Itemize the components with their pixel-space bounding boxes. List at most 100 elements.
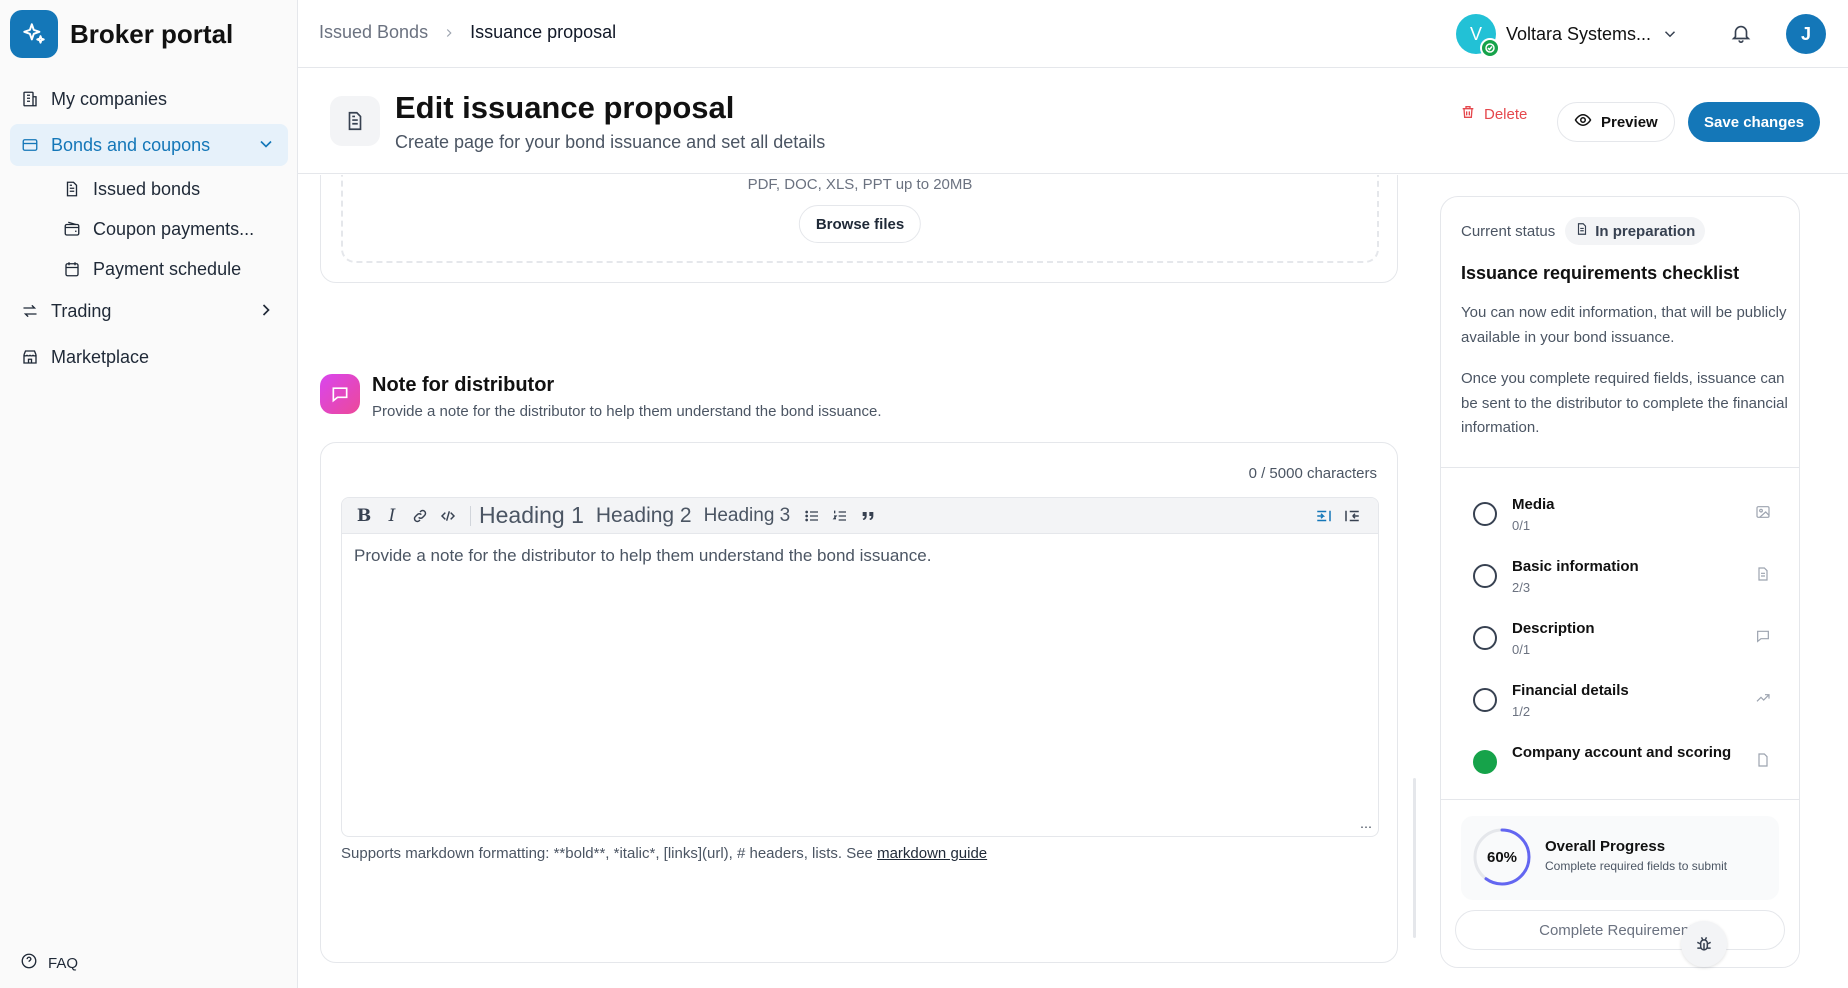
card-icon (19, 134, 41, 156)
sidebar-item-coupon-payments[interactable]: Coupon payments... (52, 210, 288, 248)
sparkle-logo-icon (10, 10, 58, 58)
chevron-down-icon (1661, 25, 1679, 43)
checklist-label: Media (1512, 496, 1555, 513)
section-title: Note for distributor (372, 374, 555, 396)
sidebar-item-bonds-and-coupons[interactable]: Bonds and coupons (10, 124, 288, 166)
link-icon[interactable] (408, 502, 432, 530)
resize-handle-icon[interactable]: ⋯ (1360, 820, 1372, 834)
image-icon (1755, 504, 1771, 525)
trash-icon (1460, 104, 1476, 124)
sidebar-item-my-companies[interactable]: My companies (10, 78, 288, 120)
brand-name: Broker portal (70, 18, 234, 49)
status-circle (1473, 688, 1497, 712)
preview-pane-icon[interactable] (1340, 502, 1364, 530)
check-circle-icon (1473, 750, 1497, 774)
sidebar-item-payment-schedule[interactable]: Payment schedule (52, 250, 288, 288)
heading-2-button[interactable]: Heading 2 (596, 504, 692, 528)
requirements-panel: Current status In preparation Issuance r… (1440, 196, 1800, 968)
company-switcher[interactable]: V Voltara Systems... (1456, 14, 1679, 58)
markdown-hint: Supports markdown formatting: **bold**, … (341, 845, 987, 862)
chevron-right-icon[interactable] (256, 300, 276, 320)
save-changes-button[interactable]: Save changes (1688, 102, 1821, 142)
main-scrollbar[interactable] (1413, 778, 1416, 938)
checklist-title: Issuance requirements checklist (1461, 263, 1740, 283)
upload-hint: PDF, DOC, XLS, PPT up to 20MB (747, 176, 973, 193)
breadcrumb: Issued Bonds Issuance proposal (319, 22, 616, 43)
sidebar-item-issued-bonds[interactable]: Issued bonds (52, 170, 288, 208)
company-avatar: V (1456, 14, 1500, 58)
delete-button[interactable]: Delete (1450, 94, 1537, 134)
preview-label: Preview (1601, 113, 1658, 131)
overall-progress: 60% Overall Progress Complete required f… (1461, 816, 1779, 900)
progress-subtitle: Complete required fields to submit (1545, 859, 1728, 873)
document-icon (1755, 566, 1771, 587)
sidebar-item-trading[interactable]: Trading (10, 290, 288, 332)
delete-label: Delete (1484, 105, 1528, 123)
document-icon (1575, 222, 1589, 240)
brand[interactable]: Broker portal (10, 10, 233, 58)
building-icon (19, 88, 41, 110)
sidebar-item-label: Coupon payments... (93, 218, 255, 239)
faq-link[interactable]: FAQ (20, 952, 78, 974)
progress-footer: 60% Overall Progress Complete required f… (1441, 799, 1799, 967)
calendar-icon (61, 258, 83, 280)
sidebar-nav: My companies Bonds and coupons Issued bo… (10, 78, 288, 382)
progress-title: Overall Progress (1545, 838, 1666, 855)
sidebar-item-label: Payment schedule (93, 258, 242, 279)
faq-label: FAQ (48, 954, 79, 972)
checklist-desc-2: Once you complete required fields, issua… (1461, 370, 1788, 436)
preview-button[interactable]: Preview (1557, 102, 1675, 142)
sidebar-item-label: My companies (51, 88, 168, 109)
markdown-editor: B I Heading 1 Heading 2 Heading 3 Provid… (341, 497, 1379, 837)
chat-icon (320, 374, 360, 414)
sidebar-item-label: Trading (51, 300, 112, 321)
page-subtitle: Create page for your bond issuance and s… (395, 132, 826, 152)
browse-files-button[interactable]: Browse files (798, 205, 922, 243)
editor-toolbar: B I Heading 1 Heading 2 Heading 3 (342, 498, 1378, 534)
bullet-list-icon[interactable] (800, 502, 824, 530)
question-icon (20, 952, 38, 974)
italic-button[interactable]: I (380, 502, 404, 530)
sidebar-submenu: Issued bonds Coupon payments... Payment … (10, 170, 288, 288)
markdown-guide-link[interactable]: markdown guide (877, 845, 987, 862)
bold-button[interactable]: B (352, 502, 376, 530)
main-content[interactable]: PDF, DOC, XLS, PPT up to 20MB Browse fil… (298, 175, 1418, 988)
document-icon (61, 178, 83, 200)
sidebar-item-marketplace[interactable]: Marketplace (10, 336, 288, 378)
toolbar-divider (470, 505, 471, 526)
page-header: Edit issuance proposal Create page for y… (298, 68, 1848, 174)
sidebar: Broker portal My companies Bonds and cou… (0, 0, 298, 988)
store-icon (19, 346, 41, 368)
verified-check-icon (1480, 38, 1500, 58)
file-dropzone[interactable]: PDF, DOC, XLS, PPT up to 20MB Browse fil… (341, 175, 1379, 263)
section-subtitle: Provide a note for the distributor to he… (372, 403, 882, 420)
sidebar-item-label: Bonds and coupons (51, 134, 211, 155)
chevron-right-icon (442, 26, 456, 40)
status-circle (1473, 564, 1497, 588)
topbar: Issued Bonds Issuance proposal V Voltara… (298, 0, 1848, 68)
quote-icon[interactable] (856, 502, 880, 530)
bell-icon[interactable] (1730, 22, 1752, 49)
heading-3-button[interactable]: Heading 3 (704, 505, 791, 527)
code-icon[interactable] (436, 502, 460, 530)
complete-requirements-button[interactable]: Complete Requirements (1455, 910, 1785, 950)
user-avatar[interactable]: J (1786, 14, 1826, 54)
checklist-item-company-account[interactable]: Company account and scoring (1441, 716, 1799, 788)
note-section-header: Note for distributor Provide a note for … (320, 374, 882, 420)
trend-up-icon (1755, 690, 1771, 711)
status-value: In preparation (1595, 222, 1696, 240)
heading-1-button[interactable]: Heading 1 (479, 502, 584, 529)
split-view-icon[interactable] (1312, 502, 1336, 530)
status-badge: In preparation (1565, 217, 1706, 245)
checklist[interactable]: Media 0/1 Basic information 2/3 Descript… (1441, 468, 1799, 798)
chevron-down-icon[interactable] (256, 134, 276, 154)
checklist-label: Description (1512, 620, 1595, 637)
bug-report-icon[interactable] (1681, 921, 1727, 967)
progress-percent: 60% (1486, 848, 1518, 866)
note-textarea[interactable]: Provide a note for the distributor to he… (342, 534, 1378, 578)
numbered-list-icon[interactable] (828, 502, 852, 530)
company-initial: V (1469, 23, 1482, 44)
character-count: 0 / 5000 characters (1248, 465, 1377, 482)
breadcrumb-issued-bonds[interactable]: Issued Bonds (319, 22, 428, 43)
document-icon (1755, 752, 1771, 773)
